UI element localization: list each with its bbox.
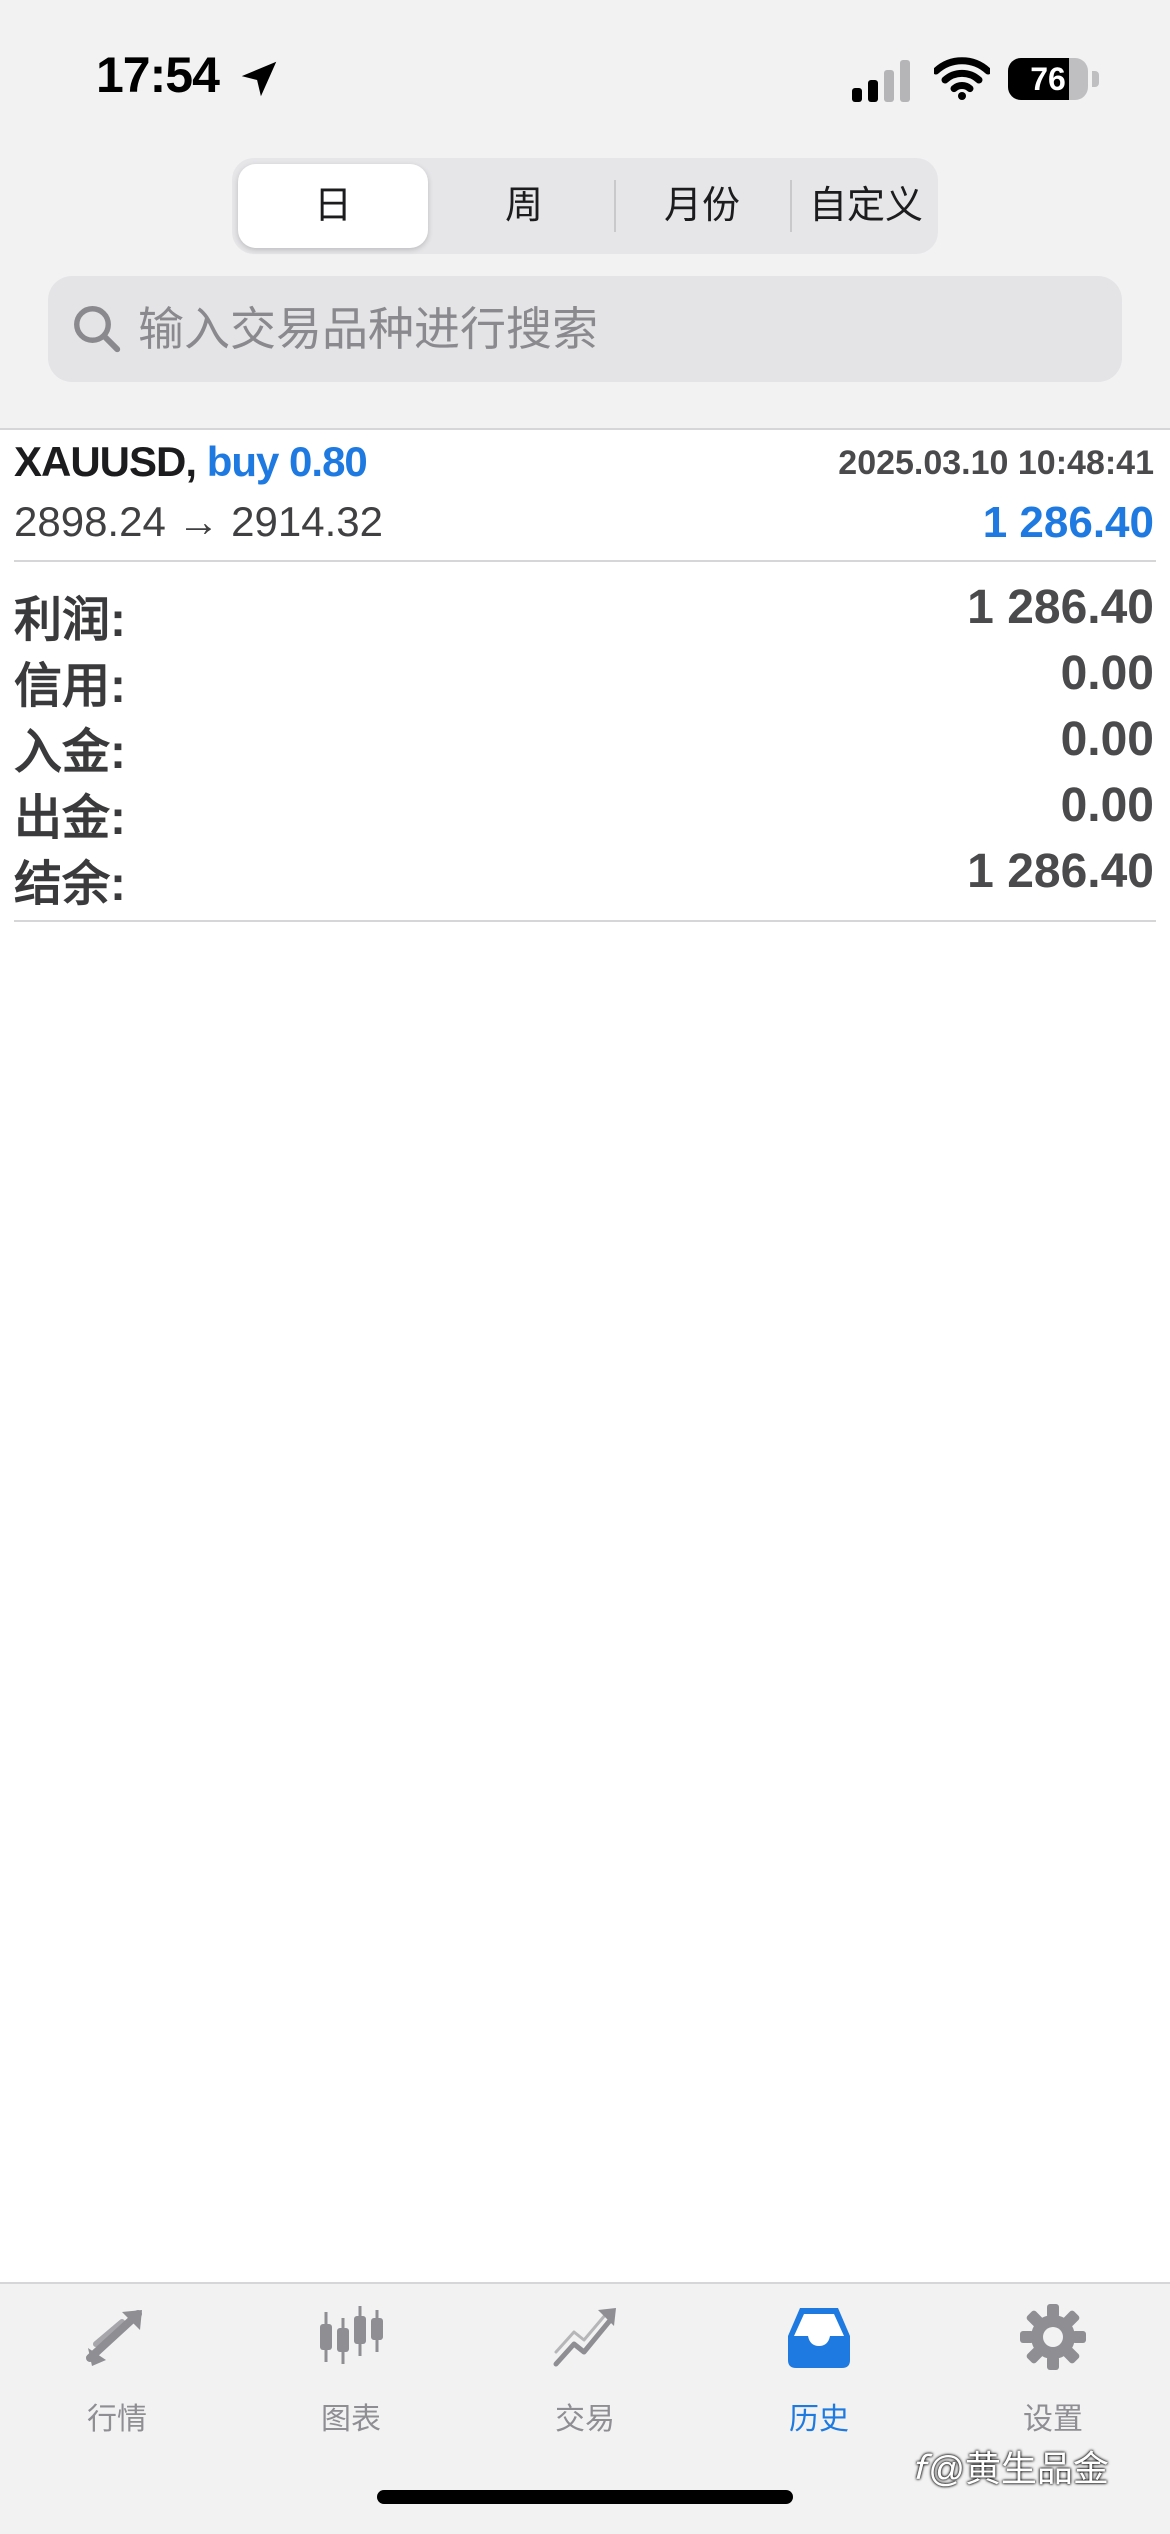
battery-cap [1092, 71, 1099, 87]
summary-value: 0.00 [1060, 647, 1154, 700]
tab-month[interactable]: 月份 [624, 164, 780, 248]
search-input[interactable] [138, 276, 1098, 382]
summary-label: 入金: [14, 726, 126, 779]
close-price: 2914.32 [231, 498, 383, 545]
tab-week[interactable]: 周 [446, 164, 602, 248]
divider [14, 920, 1156, 922]
trade-symbol-line: XAUUSD, buy 0.80 [14, 438, 368, 486]
candlestick-chart-icon [320, 2306, 383, 2364]
summary-row-credit: 信用: 0.00 [0, 646, 1170, 713]
segment-divider [790, 180, 792, 232]
summary-value: 1 286.40 [967, 581, 1154, 634]
segment-divider [614, 180, 616, 232]
trade-symbol: XAUUSD, [14, 438, 197, 485]
summary-label: 出金: [14, 792, 126, 845]
price-arrow: → [177, 498, 220, 545]
tab-custom[interactable]: 自定义 [798, 164, 934, 248]
tab-chart[interactable]: 图表 [234, 2284, 468, 2444]
tab-label: 行情 [87, 2403, 147, 2436]
tab-trade[interactable]: 交易 [468, 2284, 702, 2444]
summary-label: 结余: [14, 858, 126, 911]
history-inbox-icon [788, 2308, 850, 2368]
trade-prices: 2898.24 → 2914.32 [14, 498, 383, 546]
summary-row-deposit: 入金: 0.00 [0, 712, 1170, 779]
summary-value: 1 286.40 [967, 845, 1154, 898]
tab-label: 历史 [789, 2403, 849, 2436]
summary-label: 利润: [14, 594, 126, 647]
tab-quotes[interactable]: 行情 [0, 2284, 234, 2444]
summary-value: 0.00 [1060, 779, 1154, 832]
tab-label: 设置 [1023, 2403, 1083, 2436]
status-time: 17:54 [96, 47, 220, 103]
battery-indicator: 76 [1008, 58, 1100, 100]
tab-label: 交易 [555, 2403, 615, 2436]
trade-datetime: 2025.03.10 10:48:41 [838, 444, 1154, 482]
trade-side-volume: buy 0.80 [206, 438, 368, 485]
open-price: 2898.24 [14, 498, 166, 545]
summary-value: 0.00 [1060, 713, 1154, 766]
home-indicator[interactable] [377, 2490, 793, 2504]
summary-row-balance: 结余: 1 286.40 [0, 844, 1170, 911]
trade-profit: 1 286.40 [982, 498, 1154, 547]
quotes-arrows-icon [86, 2310, 142, 2366]
period-segmented-control: 日 周 月份 自定义 [232, 158, 938, 254]
summary-row-withdrawal: 出金: 0.00 [0, 778, 1170, 845]
watermark-logo-icon: ꬵ [912, 2448, 925, 2489]
search-bar [48, 276, 1122, 382]
cellular-signal-icon [852, 60, 910, 102]
summary-row-profit: 利润: 1 286.40 [0, 580, 1170, 647]
tab-settings[interactable]: 设置 [936, 2284, 1170, 2444]
battery-level: 76 [1030, 61, 1066, 97]
divider [14, 560, 1156, 562]
battery-body: 76 [1008, 58, 1088, 100]
search-icon [74, 306, 121, 353]
summary-label: 信用: [14, 660, 126, 713]
settings-gear-icon [1020, 2304, 1086, 2370]
watermark: ꬵ @黄生品金 [912, 2440, 1109, 2492]
location-arrow-icon [241, 61, 277, 97]
trade-trend-icon [553, 2308, 616, 2367]
wifi-icon [934, 57, 990, 100]
tab-label: 图表 [321, 2403, 381, 2436]
tab-day[interactable]: 日 [238, 164, 428, 248]
watermark-text: @黄生品金 [928, 2448, 1109, 2489]
tab-history[interactable]: 历史 [702, 2284, 936, 2444]
trade-history-row[interactable]: XAUUSD, buy 0.80 2025.03.10 10:48:41 289… [0, 430, 1170, 560]
